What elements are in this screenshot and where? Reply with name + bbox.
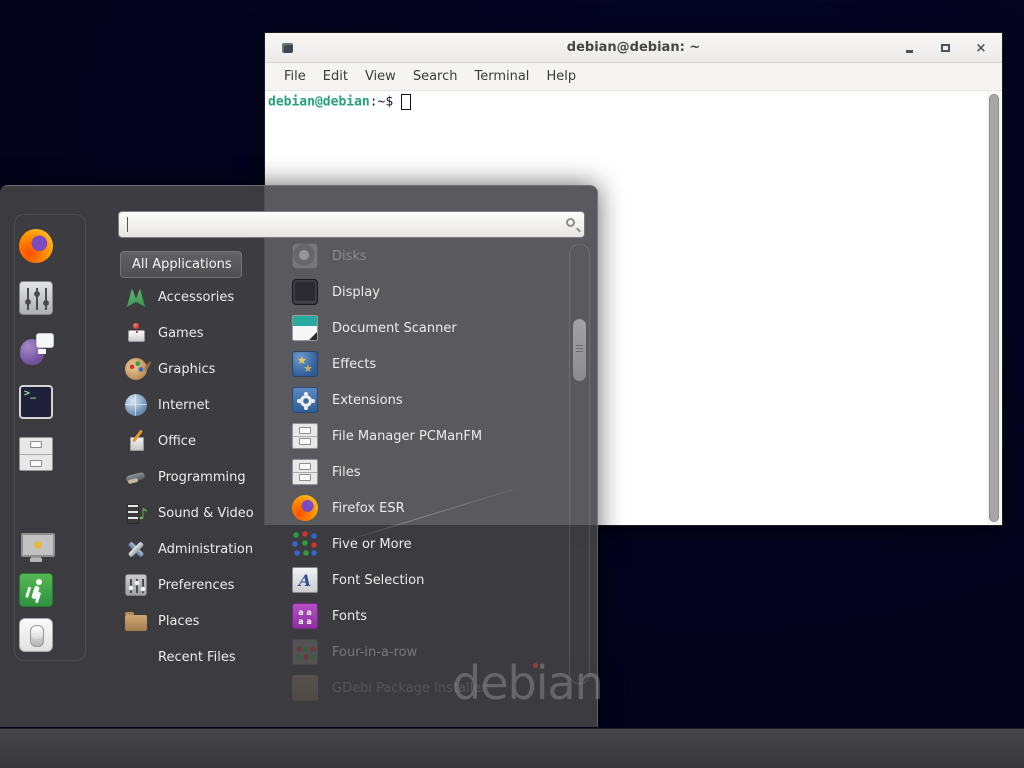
category-recent-files[interactable]: Recent Files (118, 639, 268, 675)
favorite-pidgin-icon[interactable] (19, 332, 53, 366)
minimize-button[interactable] (902, 41, 916, 55)
terminal-cursor (401, 94, 411, 110)
terminal-menubar: File Edit View Search Terminal Help (265, 63, 1002, 91)
firefox-icon (292, 495, 318, 521)
start-menu: All Applications Accessories Games Graph… (0, 185, 598, 727)
favorite-lock-screen-icon[interactable] (19, 529, 53, 563)
search-icon (566, 218, 575, 227)
five-or-more-icon (292, 531, 318, 557)
close-icon: × (976, 42, 987, 55)
category-administration[interactable]: Administration (118, 531, 268, 567)
app-font-selection[interactable]: Font Selection (266, 562, 566, 598)
category-accessories[interactable]: Accessories (118, 279, 268, 315)
app-disks[interactable]: Disks (266, 238, 566, 274)
terminal-scrollbar-handle[interactable] (989, 94, 999, 522)
app-display[interactable]: Display (266, 274, 566, 310)
app-extensions[interactable]: Extensions (266, 382, 566, 418)
file-cabinet-icon (292, 459, 318, 485)
terminal-titlebar[interactable]: debian@debian: ~ × (265, 33, 1002, 63)
terminal-window-icon (282, 43, 293, 53)
menu-terminal[interactable]: Terminal (474, 69, 529, 84)
fonts-icon (292, 603, 318, 629)
category-internet[interactable]: Internet (118, 387, 268, 423)
favorite-shutdown-icon[interactable] (19, 618, 53, 652)
effects-icon (292, 351, 318, 377)
category-all-applications[interactable]: All Applications (120, 251, 242, 278)
menu-view[interactable]: View (365, 69, 396, 84)
maximize-icon (941, 44, 950, 52)
menu-edit[interactable]: Edit (323, 69, 348, 84)
minimize-icon (906, 50, 913, 53)
menu-help[interactable]: Help (546, 69, 576, 84)
app-five-or-more[interactable]: Five or More (266, 526, 566, 562)
app-file-manager-pcmanfm[interactable]: File Manager PCManFM (266, 418, 566, 454)
app-fonts[interactable]: Fonts (266, 598, 566, 634)
internet-icon (125, 394, 147, 416)
four-in-a-row-icon (292, 639, 318, 665)
favorite-terminal-icon[interactable] (19, 385, 53, 419)
accessories-icon (125, 286, 147, 308)
category-sound-video[interactable]: Sound & Video (118, 495, 268, 531)
favorite-settings-icon[interactable] (19, 281, 53, 315)
search-box[interactable] (118, 211, 585, 238)
extensions-icon (292, 387, 318, 413)
search-caret (127, 217, 128, 232)
programming-icon (125, 466, 147, 488)
app-document-scanner[interactable]: Document Scanner (266, 310, 566, 346)
prompt-suffix: :~$ (370, 95, 393, 110)
terminal-title: debian@debian: ~ (265, 40, 1002, 55)
app-list-scrollbar-handle[interactable] (573, 319, 586, 381)
prompt-user: debian@debian (268, 95, 370, 110)
category-graphics[interactable]: Graphics (118, 351, 268, 387)
close-button[interactable]: × (974, 41, 988, 55)
app-list-scrollbar[interactable] (569, 244, 590, 684)
graphics-icon (125, 358, 147, 380)
maximize-button[interactable] (938, 41, 952, 55)
sound-video-icon (125, 502, 147, 524)
terminal-scrollbar[interactable] (987, 92, 1001, 524)
office-icon (125, 430, 147, 452)
app-firefox-esr[interactable]: Firefox ESR (266, 490, 566, 526)
favorite-files-icon[interactable] (19, 437, 53, 471)
category-places[interactable]: Places (118, 603, 268, 639)
administration-icon (125, 538, 147, 560)
app-effects[interactable]: Effects (266, 346, 566, 382)
file-cabinet-icon (292, 423, 318, 449)
games-icon (125, 322, 147, 344)
favorite-firefox-icon[interactable] (19, 229, 53, 263)
app-list: Disks Display Document Scanner Effects E… (266, 238, 566, 706)
app-files[interactable]: Files (266, 454, 566, 490)
menu-file[interactable]: File (284, 69, 306, 84)
category-programming[interactable]: Programming (118, 459, 268, 495)
font-selection-icon (292, 567, 318, 593)
scanner-icon (292, 315, 318, 341)
menu-search[interactable]: Search (413, 69, 458, 84)
display-icon (292, 279, 318, 305)
category-list: All Applications Accessories Games Graph… (118, 251, 268, 675)
favorite-logout-icon[interactable] (19, 573, 53, 607)
category-office[interactable]: Office (118, 423, 268, 459)
search-input[interactable] (119, 212, 584, 237)
wallpaper-watermark: debian (452, 656, 603, 710)
gdebi-icon (292, 675, 318, 701)
places-icon (125, 615, 147, 631)
category-games[interactable]: Games (118, 315, 268, 351)
preferences-icon (125, 574, 147, 596)
disks-icon (292, 243, 318, 269)
taskbar (0, 728, 1024, 768)
watermark-red-dot (533, 663, 538, 668)
category-preferences[interactable]: Preferences (118, 567, 268, 603)
